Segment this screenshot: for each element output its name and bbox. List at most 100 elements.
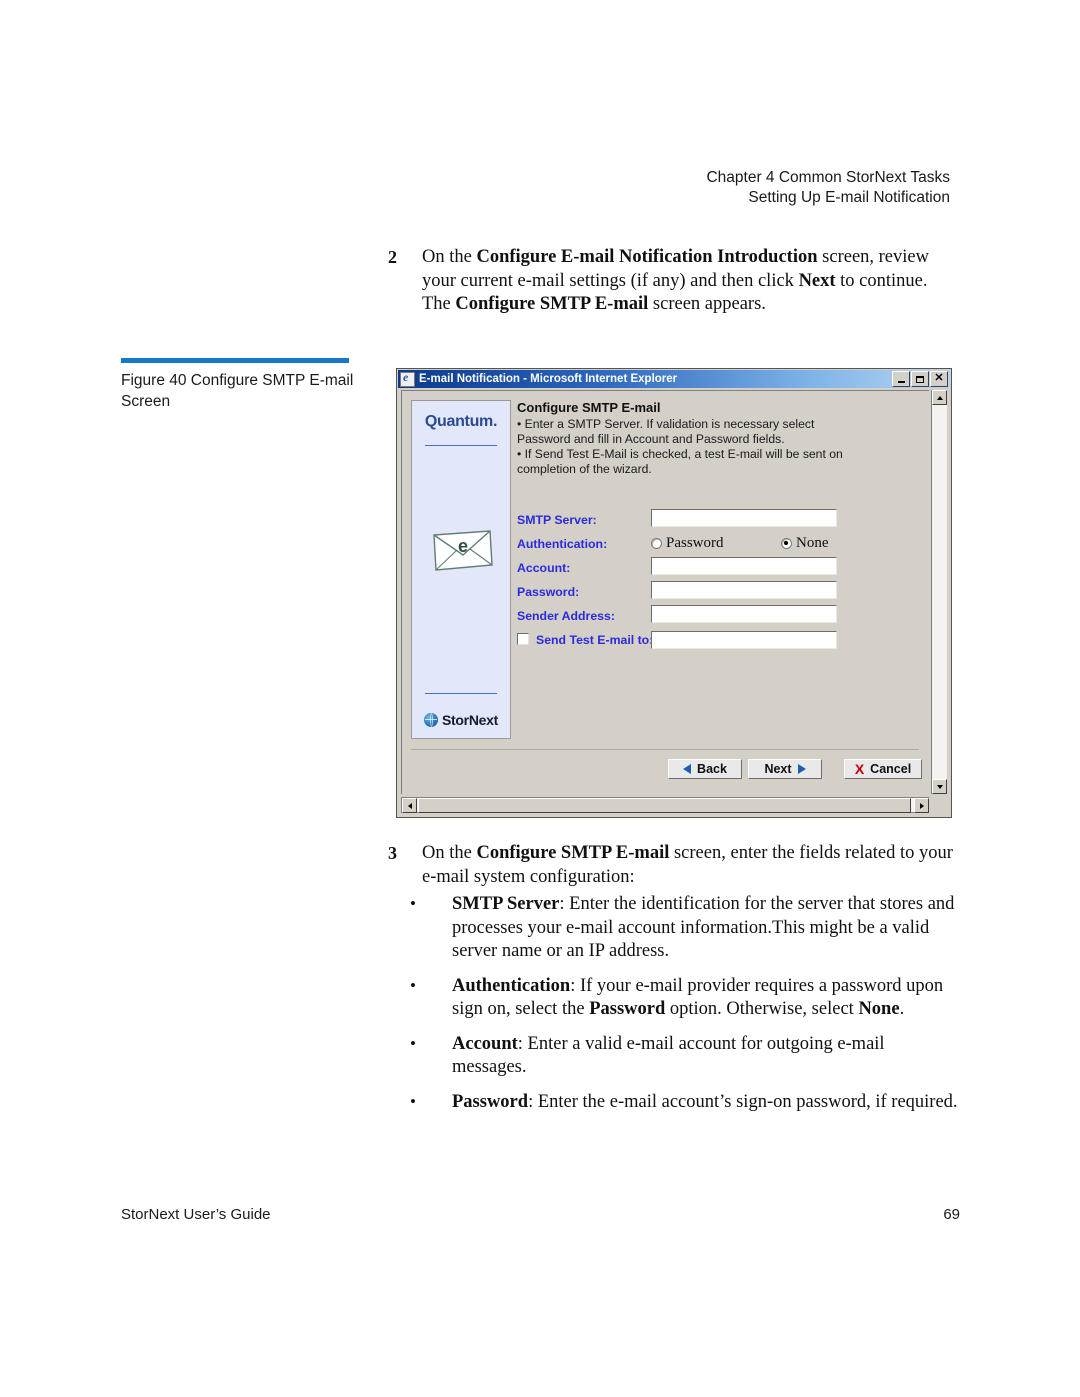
send-test-email-checkbox[interactable] xyxy=(517,633,529,645)
list-item: • Authentication: If your e-mail provide… xyxy=(406,975,962,1022)
envelope-icon: e xyxy=(433,530,493,571)
form-header: Configure SMTP E-mail • Enter a SMTP Ser… xyxy=(517,400,917,477)
list-item: • SMTP Server: Enter the identification … xyxy=(406,893,962,964)
running-head-section: Setting Up E-mail Notification xyxy=(748,189,950,206)
step-2-body: On the Configure E-mail Notification Int… xyxy=(422,246,958,317)
step-3-bold-1: Configure SMTP E-mail xyxy=(476,843,670,863)
authentication-radio-group: Password None xyxy=(651,535,851,555)
account-label: Account: xyxy=(517,561,571,575)
horizontal-scrollbar[interactable] xyxy=(401,797,929,813)
step-2: 2 On the Configure E-mail Notification I… xyxy=(388,246,958,317)
scroll-down-button[interactable] xyxy=(932,779,947,794)
account-input[interactable] xyxy=(651,557,837,575)
field-row-password: Password: xyxy=(517,581,917,605)
minimize-button[interactable] xyxy=(892,371,910,387)
close-x-icon: X xyxy=(854,761,865,777)
bullet-icon: • xyxy=(410,1091,416,1111)
step-2-bold-2: Next xyxy=(798,270,836,291)
screenshot-ie-window: E-mail Notification - Microsoft Internet… xyxy=(396,368,952,818)
triangle-down-icon xyxy=(936,784,943,789)
radio-option-none[interactable]: None xyxy=(781,535,829,552)
radio-icon-password xyxy=(651,538,662,549)
smtp-server-input[interactable] xyxy=(651,509,837,527)
bullet-icon: • xyxy=(410,1033,416,1053)
sender-address-label: Sender Address: xyxy=(517,609,615,623)
stornext-logo: StorNext xyxy=(412,712,510,728)
figure-rule xyxy=(121,358,349,363)
brand-divider-top xyxy=(425,445,497,446)
form-note-line-3: • If Send Test E-Mail is checked, a test… xyxy=(517,447,843,461)
password-label: Password: xyxy=(517,585,580,599)
stornext-logo-text: StorNext xyxy=(442,712,498,728)
send-test-email-input[interactable] xyxy=(651,631,837,649)
running-head-chapter: Chapter 4 Common StorNext Tasks xyxy=(706,169,950,186)
form-note-line-2: Password and fill in Account and Passwor… xyxy=(517,432,785,446)
next-button[interactable]: Next xyxy=(748,759,822,779)
figure-caption: Figure 40 Configure SMTP E-mail Screen xyxy=(121,358,361,412)
radio-icon-none xyxy=(781,538,792,549)
radio-label-password: Password xyxy=(666,535,724,551)
triangle-right-icon xyxy=(919,802,924,809)
globe-icon xyxy=(424,713,439,727)
bullet-text-account: : Enter a valid e-mail account for outgo… xyxy=(452,1033,885,1078)
vertical-scrollbar[interactable] xyxy=(931,390,947,794)
back-button[interactable]: Back xyxy=(668,759,742,779)
bullet-text-authentication-3: . xyxy=(899,999,905,1019)
triangle-up-icon xyxy=(936,395,943,400)
list-item: • Password: Enter the e-mail account’s s… xyxy=(406,1091,962,1115)
button-bar: Back Next X Cancel xyxy=(411,759,922,783)
running-head: Chapter 4 Common StorNext Tasks Setting … xyxy=(430,168,950,208)
form-fields: SMTP Server: Authentication: Password No… xyxy=(517,509,917,629)
window-title: E-mail Notification - Microsoft Internet… xyxy=(419,373,678,385)
arrow-right-icon xyxy=(797,764,806,774)
minimize-icon xyxy=(897,380,905,383)
field-description-list: • SMTP Server: Enter the identification … xyxy=(406,893,962,1125)
form-heading: Configure SMTP E-mail xyxy=(517,400,661,415)
cancel-button-label: Cancel xyxy=(870,762,912,776)
bullet-icon: • xyxy=(410,894,416,913)
scroll-right-button[interactable] xyxy=(914,798,929,813)
web-page-content: Quantum. e StorNext Configure SMTP E-mai… xyxy=(402,391,928,779)
triangle-left-icon xyxy=(407,802,412,809)
radio-option-password[interactable]: Password xyxy=(651,535,724,552)
window-titlebar: E-mail Notification - Microsoft Internet… xyxy=(398,370,950,388)
authentication-label: Authentication: xyxy=(517,537,608,551)
bullet-term-smtp-server: SMTP Server xyxy=(452,894,560,914)
field-row-sender-address: Sender Address: xyxy=(517,605,917,629)
cancel-button[interactable]: X Cancel xyxy=(844,759,922,779)
list-item: • Account: Enter a valid e-mail account … xyxy=(406,1033,962,1080)
step-2-text-1: On the xyxy=(422,247,477,267)
step-2-text-4: screen appears. xyxy=(648,294,766,314)
step-3-body: On the Configure SMTP E-mail screen, ent… xyxy=(422,842,958,889)
step-2-bold-3: Configure SMTP E-mail xyxy=(455,294,649,314)
field-row-smtp-server: SMTP Server: xyxy=(517,509,917,533)
quantum-logo: Quantum. xyxy=(424,413,498,430)
bullet-term-account: Account xyxy=(452,1033,518,1054)
step-3: 3 On the Configure SMTP E-mail screen, e… xyxy=(388,842,958,889)
back-button-label: Back xyxy=(697,762,727,776)
arrow-left-icon xyxy=(683,764,692,774)
scroll-up-button[interactable] xyxy=(932,390,947,405)
step-3-number: 3 xyxy=(388,843,397,863)
step-2-number: 2 xyxy=(388,247,397,267)
maximize-button[interactable] xyxy=(911,371,929,387)
footer-page-number: 69 xyxy=(943,1206,960,1223)
internet-explorer-icon xyxy=(400,371,415,387)
next-button-label: Next xyxy=(764,762,792,776)
field-row-account: Account: xyxy=(517,557,917,581)
password-input[interactable] xyxy=(651,581,837,599)
horizontal-scroll-thumb[interactable] xyxy=(418,798,911,813)
bullet-bold-password: Password xyxy=(589,999,666,1019)
maximize-icon xyxy=(916,375,924,383)
sender-address-input[interactable] xyxy=(651,605,837,623)
field-row-authentication: Authentication: Password None xyxy=(517,533,917,557)
scroll-left-button[interactable] xyxy=(402,798,417,813)
bullet-text-authentication-2: option. Otherwise, select xyxy=(665,999,859,1019)
step-3-text-1: On the xyxy=(422,843,477,863)
smtp-server-label: SMTP Server: xyxy=(517,513,597,527)
web-page-area: Quantum. e StorNext Configure SMTP E-mai… xyxy=(401,390,929,794)
footer-guide-title: StorNext User’s Guide xyxy=(121,1206,271,1223)
step-2-bold-1: Configure E-mail Notification Introducti… xyxy=(476,247,818,267)
close-button[interactable]: ✕ xyxy=(930,371,948,387)
figure-caption-text: Figure 40 Configure SMTP E-mail Screen xyxy=(121,372,354,410)
